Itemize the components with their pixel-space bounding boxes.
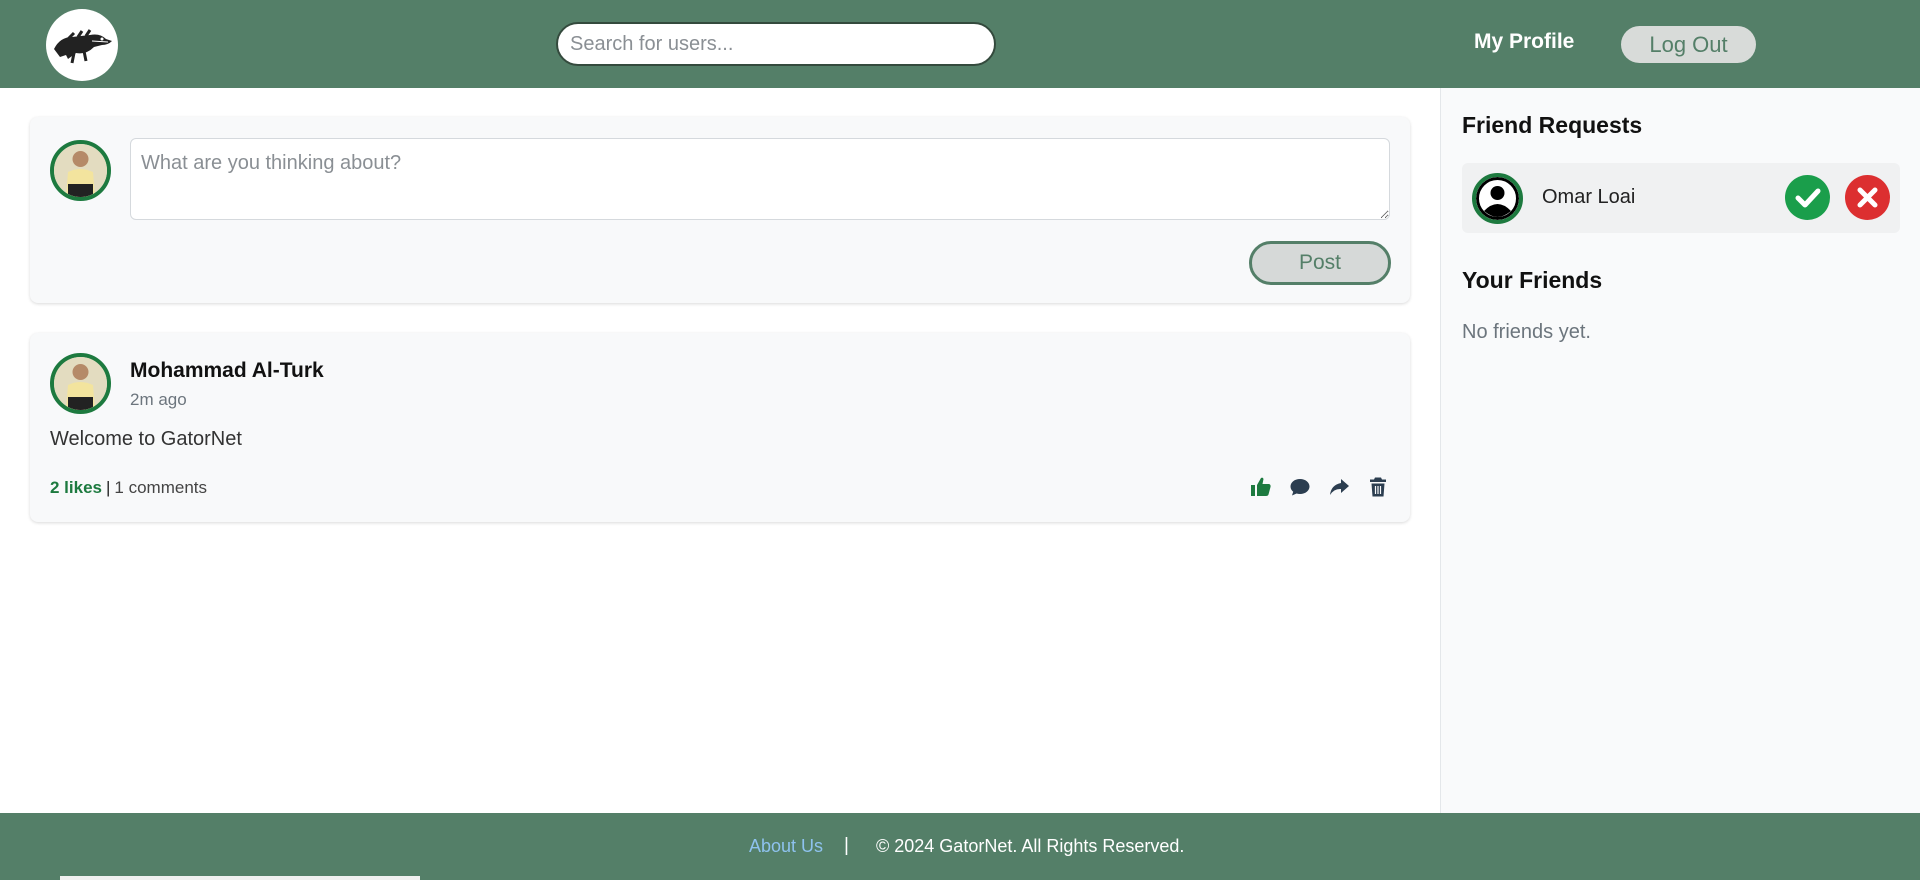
post-text-input[interactable] [130,138,1390,220]
request-name[interactable]: Omar Loai [1542,186,1635,209]
share-arrow-icon[interactable] [1326,475,1352,501]
search-input[interactable] [556,22,996,66]
reject-request-button[interactable] [1845,175,1890,220]
post-button[interactable]: Post [1249,241,1391,285]
likes-count[interactable]: 2 likes [50,478,102,497]
post-author[interactable]: Mohammad Al-Turk [130,359,324,383]
x-mark-icon [1857,187,1878,208]
footer-strip [60,876,420,880]
post-content: Welcome to GatorNet [50,428,242,450]
footer-divider: | [844,835,849,856]
friends-sidebar: Friend Requests Omar Loai Your Friends N… [1440,88,1920,813]
checkmark-icon [1795,188,1821,208]
accept-request-button[interactable] [1785,175,1830,220]
comments-count[interactable]: 1 comments [114,478,207,497]
stats-separator: | [106,478,111,497]
avatar [50,140,111,201]
about-us-link[interactable]: About Us [749,836,823,857]
post-composer: Post [30,117,1410,303]
crocodile-logo-icon[interactable] [46,9,118,81]
copyright-text: © 2024 GatorNet. All Rights Reserved. [876,836,1185,856]
post-card: Mohammad Al-Turk 2m ago Welcome to Gator… [30,333,1410,522]
top-navbar: My Profile Log Out [0,0,1920,88]
footer: About Us | © 2024 GatorNet. All Rights R… [0,813,1920,880]
friend-request-item: Omar Loai [1462,163,1900,233]
comment-bubble-icon[interactable] [1287,475,1313,501]
no-friends-message: No friends yet. [1462,321,1591,343]
avatar[interactable] [50,353,111,414]
post-timestamp: 2m ago [130,390,187,409]
logout-button[interactable]: Log Out [1621,26,1756,63]
your-friends-heading: Your Friends [1462,267,1603,293]
trash-icon[interactable] [1365,475,1391,501]
user-circle-icon[interactable] [1472,173,1523,224]
friend-requests-heading: Friend Requests [1462,112,1643,138]
post-stats: 2 likes | 1 comments [50,478,207,498]
feed-panel: Post Mohammad Al-Turk 2m ago Welcome to … [0,88,1440,813]
my-profile-link[interactable]: My Profile [1474,30,1574,54]
thumbs-up-icon[interactable] [1248,475,1274,501]
